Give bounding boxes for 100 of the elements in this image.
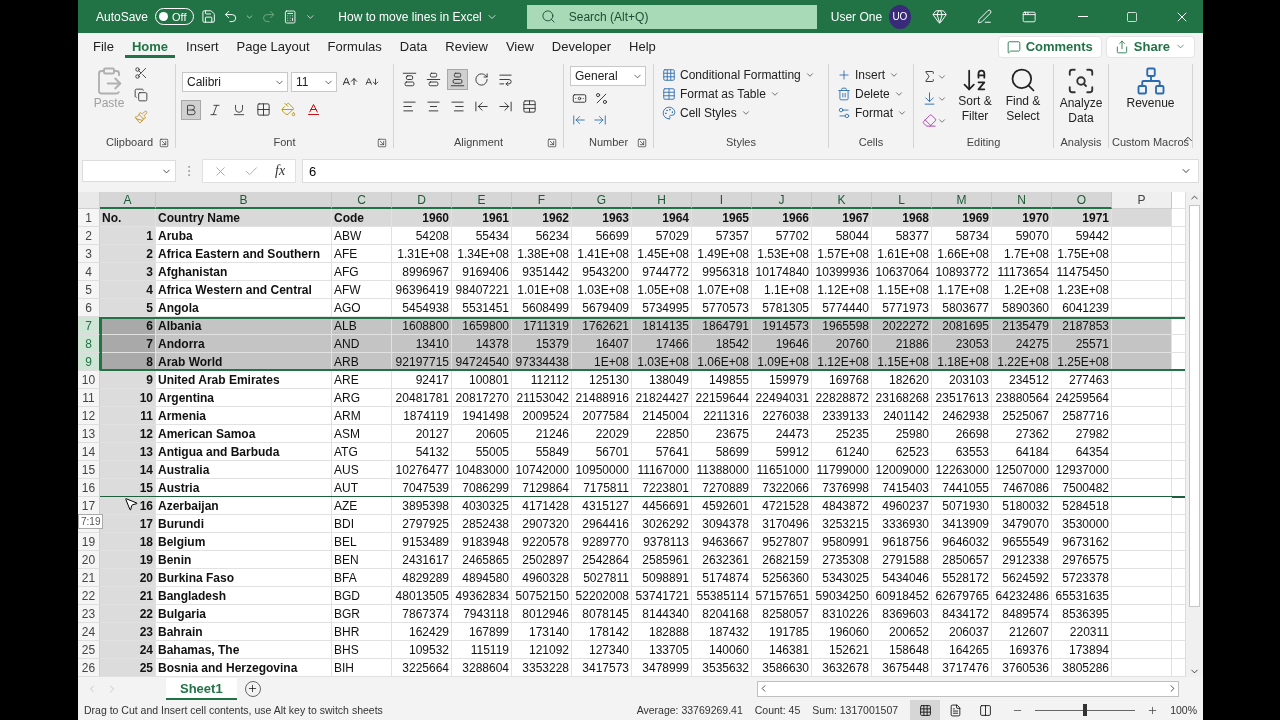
row-header[interactable]: 6 — [78, 299, 100, 317]
ribbon-menu-button[interactable]: Insert — [835, 67, 909, 83]
column-header[interactable]: M — [932, 192, 992, 209]
row-header[interactable]: 8 — [78, 335, 100, 353]
dialog-launcher-icon[interactable] — [159, 138, 169, 148]
orientation-button[interactable] — [472, 70, 491, 89]
column-header[interactable]: D — [392, 192, 452, 209]
row-header[interactable]: 11 — [78, 389, 100, 407]
column-header[interactable]: H — [632, 192, 692, 209]
fill-color-button[interactable] — [279, 100, 298, 119]
column-header[interactable]: G — [572, 192, 632, 209]
ribbon-tab[interactable]: Developer — [544, 35, 619, 58]
row-header[interactable]: 17 — [78, 497, 100, 515]
row-header[interactable]: 26 — [78, 659, 100, 677]
ribbon-menu-button[interactable]: Cell Styles — [660, 105, 817, 121]
row-header[interactable]: 3 — [78, 245, 100, 263]
column-header[interactable]: A — [100, 192, 156, 209]
ribbon-tab[interactable]: Help — [622, 35, 663, 58]
row-header[interactable]: 24 — [78, 623, 100, 641]
ribbon-tab[interactable]: Page Layout — [229, 35, 317, 58]
document-title[interactable]: How to move lines in Excel — [332, 8, 504, 25]
row-header[interactable]: 20 — [78, 551, 100, 569]
table-cell: 2976575 — [1052, 551, 1112, 569]
number-format-select[interactable]: General — [570, 66, 646, 86]
column-header[interactable]: P — [1112, 192, 1172, 209]
copy-button[interactable] — [132, 86, 150, 104]
row-header[interactable]: 15 — [78, 461, 100, 479]
save-icon[interactable] — [200, 8, 216, 25]
dialog-launcher-icon[interactable] — [547, 138, 557, 148]
column-header[interactable]: I — [692, 192, 752, 209]
column-header[interactable]: E — [452, 192, 512, 209]
ribbon-menu-button[interactable]: Conditional Formatting — [660, 67, 817, 83]
row-header[interactable]: 23 — [78, 605, 100, 623]
undo-icon[interactable] — [222, 8, 239, 25]
calculator-icon[interactable] — [283, 8, 298, 25]
font-select[interactable]: Calibri — [182, 72, 288, 92]
formula-field[interactable]: 6 — [302, 159, 1199, 183]
column-header[interactable]: B — [156, 192, 332, 209]
table-cell: 60918452 — [872, 587, 932, 605]
ribbon-tab[interactable]: File — [86, 35, 121, 58]
row-header[interactable]: 25 — [78, 641, 100, 659]
row-header[interactable]: 14 — [78, 443, 100, 461]
ribbon-big-button[interactable]: Revenue — [1118, 64, 1183, 113]
zoom-in-icon[interactable] — [1147, 704, 1159, 716]
middle-align-button[interactable] — [424, 70, 443, 89]
borders-button[interactable] — [254, 100, 273, 119]
column-header[interactable]: J — [752, 192, 812, 209]
ribbon-menu-button[interactable]: Format — [835, 105, 909, 121]
insert-function-button[interactable]: fx — [275, 163, 286, 179]
row-header[interactable]: 9 — [78, 353, 100, 371]
column-header[interactable]: N — [992, 192, 1052, 209]
table-cell: 9153489 — [392, 533, 452, 551]
ribbon-tab[interactable]: Home — [124, 35, 176, 58]
column-header[interactable]: O — [1052, 192, 1112, 209]
font-size-select[interactable]: 11 — [291, 72, 337, 92]
avatar-button[interactable]: UO — [889, 4, 911, 29]
zoom-thumb[interactable] — [1083, 704, 1088, 716]
ribbon-menu-button[interactable]: Format as Table — [660, 86, 817, 102]
view-button[interactable] — [910, 700, 941, 720]
bold-button[interactable] — [182, 100, 200, 119]
merge-button[interactable] — [520, 97, 539, 116]
ribbon-tab[interactable]: Data — [392, 35, 435, 58]
ribbon-big-button[interactable]: Analyze Data — [1059, 64, 1103, 128]
row-header[interactable]: 1 — [78, 209, 100, 227]
column-header[interactable]: F — [512, 192, 572, 209]
comments-button[interactable]: Comments — [997, 35, 1102, 58]
row-header[interactable]: 13 — [78, 425, 100, 443]
row-header[interactable]: 10 — [78, 371, 100, 389]
scrollbar-thumb[interactable] — [1189, 205, 1200, 607]
search-field[interactable]: Search (Alt+Q) — [526, 4, 817, 29]
column-header[interactable]: C — [332, 192, 392, 209]
row-header[interactable]: 5 — [78, 281, 100, 299]
sheet-tab[interactable]: Sheet1 — [166, 677, 237, 700]
row-header[interactable]: 22 — [78, 587, 100, 605]
ribbon-big-button[interactable]: Sort & Filter — [953, 64, 997, 126]
diamond-icon[interactable] — [931, 8, 947, 25]
bottom-align-button[interactable] — [448, 70, 467, 89]
row-header[interactable]: 12 — [78, 407, 100, 425]
row-header[interactable]: 4 — [78, 263, 100, 281]
horizontal-scrollbar[interactable] — [757, 680, 1179, 697]
share-button[interactable]: Share — [1105, 35, 1195, 58]
row-header[interactable]: 7 — [78, 317, 100, 335]
ribbon-tab[interactable]: Review — [438, 35, 495, 58]
ribbon-menu-button[interactable]: Delete — [835, 86, 909, 102]
dialog-launcher-icon[interactable] — [637, 138, 647, 148]
ribbon-tab[interactable]: View — [498, 35, 541, 58]
ribbon-tab[interactable]: Formulas — [320, 35, 389, 58]
top-align-button[interactable] — [400, 70, 419, 89]
ribbon-tab[interactable]: Insert — [179, 35, 226, 58]
column-header[interactable]: K — [812, 192, 872, 209]
row-header[interactable]: 21 — [78, 569, 100, 587]
table-cell: 22828872 — [812, 389, 872, 407]
table-cell: 1.31E+08 — [392, 245, 452, 263]
row-header[interactable]: 19 — [78, 533, 100, 551]
column-header[interactable]: L — [872, 192, 932, 209]
ribbon-big-button[interactable]: Find & Select — [1001, 64, 1045, 126]
dialog-launcher-icon[interactable] — [377, 138, 387, 148]
row-header[interactable]: 2 — [78, 227, 100, 245]
pen-icon[interactable] — [977, 8, 993, 25]
row-header[interactable]: 16 — [78, 479, 100, 497]
